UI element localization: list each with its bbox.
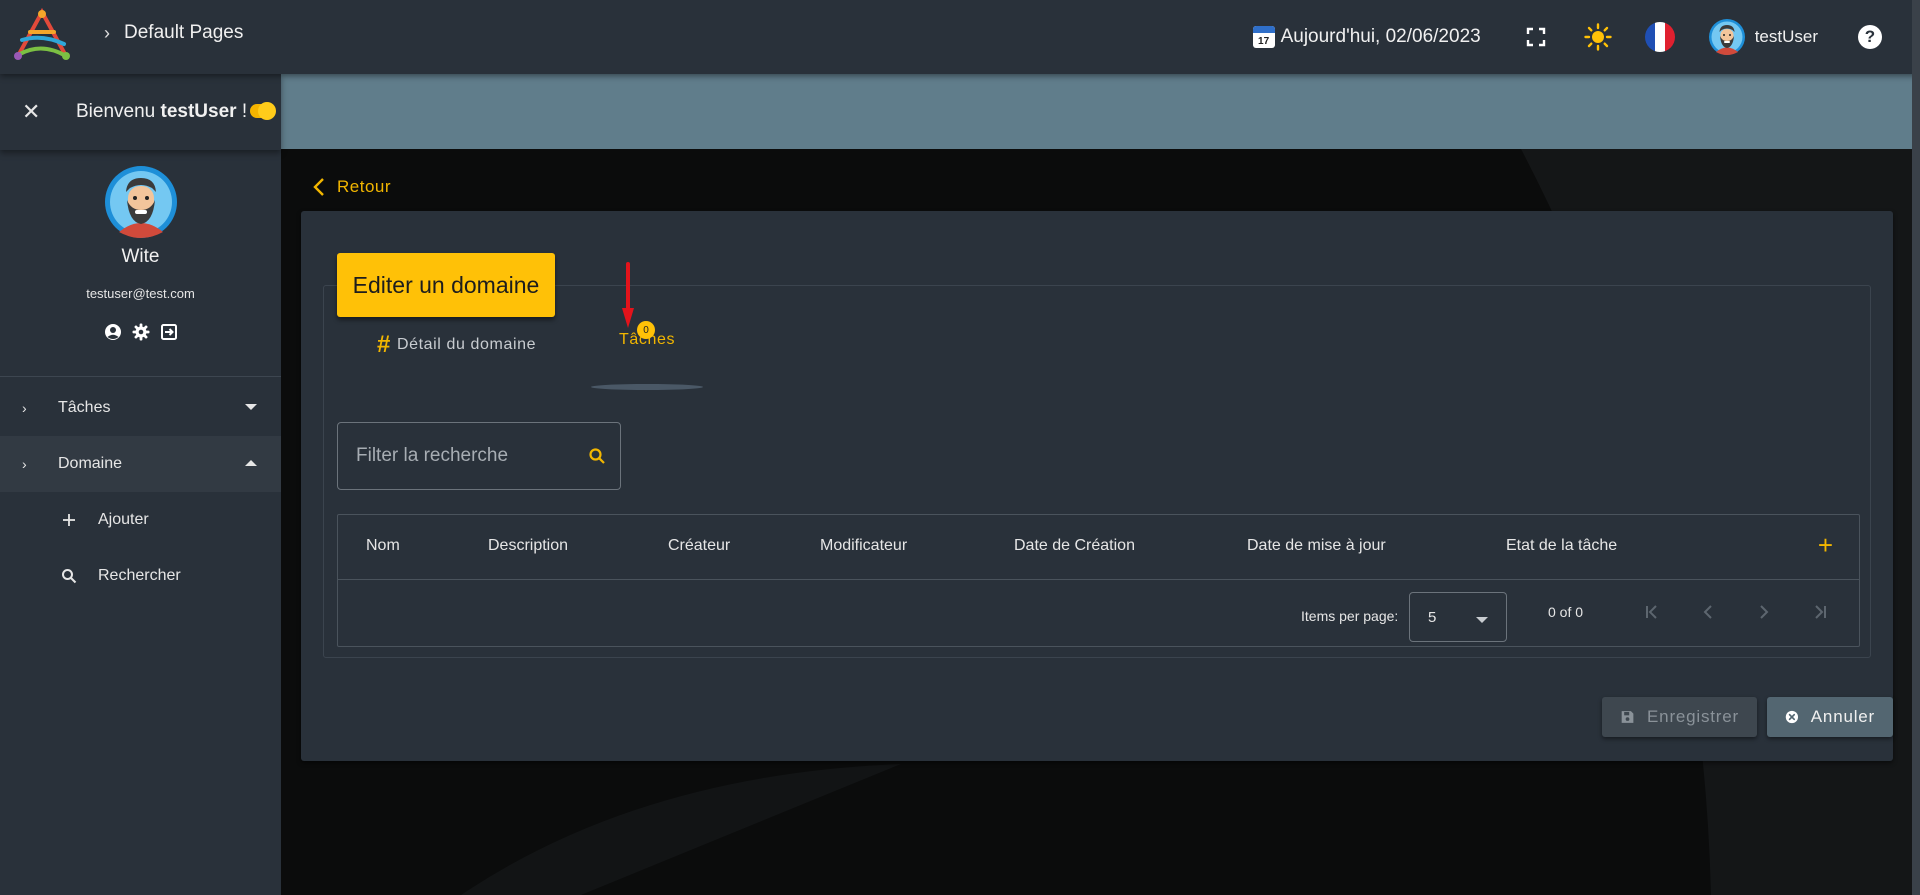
paginator: Items per page: 5 0 of 0 [338,580,1859,647]
sidebar-divider [0,376,281,377]
tab-badge: 0 [637,321,655,339]
sidebar: ✕ Bienvenu testUser ! Wite testuser@test… [0,74,281,895]
chevron-right-icon: › [22,456,27,472]
previous-page-button[interactable] [1694,598,1722,626]
save-label: Enregistrer [1647,707,1739,726]
welcome-suffix: ! [236,101,248,122]
column-header-modificateur[interactable]: Modificateur [820,537,907,555]
tab-label: Détail du domaine [396,336,537,353]
sidebar-item-label: Tâches [58,399,111,416]
items-per-page-label: Items per page: [1301,608,1399,624]
avatar [104,166,177,238]
welcome-message: Bienvenu testUser ! [76,101,247,123]
caret-down-icon [245,404,257,410]
sidebar-item-label: Domaine [58,455,123,472]
sidebar-header: ✕ Bienvenu testUser ! [0,74,281,150]
save-icon [1621,711,1634,723]
close-sidebar-icon[interactable]: ✕ [22,99,42,125]
french-flag-icon [1644,22,1675,52]
sidebar-menu: › Tâches › Domaine Ajouter Rechercher [0,380,281,604]
last-page-button[interactable] [1806,598,1834,626]
add-task-button[interactable]: + [1818,532,1833,558]
calendar-icon: 17 [1252,26,1275,48]
cancel-circle-icon [1785,710,1799,724]
current-date: 17 Aujourd'hui, 02/06/2023 [1252,26,1481,48]
chevron-right-icon [1760,605,1769,619]
sun-icon [1584,23,1612,51]
user-menu[interactable]: testUser [1708,19,1818,55]
page-banner [281,74,1912,149]
profile-email: testuser@test.com [86,286,195,301]
back-link[interactable]: Retour [313,177,391,197]
welcome-prefix: Bienvenu [76,101,161,122]
gear-icon[interactable] [132,323,150,341]
calendar-day: 17 [1258,36,1270,47]
sidebar-subitem-label: Ajouter [98,511,149,528]
page-range-label: 0 of 0 [1548,604,1584,620]
avatar-icon [1708,19,1745,55]
save-button[interactable]: Enregistrer [1602,697,1757,737]
items-per-page-value: 5 [1428,609,1437,626]
sidebar-toggle-switch[interactable] [250,102,276,120]
logout-icon[interactable] [160,323,178,341]
theme-toggle-button[interactable] [1581,20,1615,54]
chevron-left-icon [1703,605,1712,619]
fullscreen-icon [1526,27,1545,47]
plus-icon [60,513,78,527]
breadcrumb: › Default Pages [104,22,243,44]
sidebar-item-domaine[interactable]: › Domaine [0,436,281,492]
sidebar-subitem-rechercher[interactable]: Rechercher [0,548,281,604]
column-header-description[interactable]: Description [488,537,568,555]
column-header-createur[interactable]: Créateur [668,537,730,555]
card-title: Editer un domaine [337,253,555,317]
chevron-right-icon: › [22,400,27,416]
caret-up-icon [245,460,257,466]
sidebar-item-taches[interactable]: › Tâches [0,380,281,436]
tab-detail-domaine[interactable]: # Détail du domaine [377,331,536,359]
items-per-page-select[interactable]: 5 [1409,592,1507,642]
next-page-button[interactable] [1750,598,1778,626]
table-header: Nom Description Créateur Modificateur Da… [338,515,1859,580]
app-logo-icon[interactable] [8,6,76,66]
main-content: Retour Editer un domaine # Détail du dom… [281,74,1912,895]
sidebar-subitem-label: Rechercher [98,567,181,584]
date-text: Aujourd'hui, 02/06/2023 [1280,26,1481,47]
hash-icon: # [377,331,391,358]
window-scrollbar[interactable] [1912,0,1920,895]
column-header-date-maj[interactable]: Date de mise à jour [1247,537,1386,555]
search-icon[interactable] [588,447,606,465]
breadcrumb-current[interactable]: Default Pages [124,22,243,44]
edit-domain-card: Editer un domaine # Détail du domaine Tâ… [301,211,1893,761]
annotation-arrow-icon [622,262,634,328]
search-field[interactable] [337,422,621,490]
language-button[interactable] [1643,20,1677,54]
last-page-icon [1815,605,1826,619]
top-bar: › Default Pages 17 Aujourd'hui, 02/06/20… [0,0,1920,74]
column-header-date-creation[interactable]: Date de Création [1014,537,1135,555]
search-icon [60,568,78,584]
back-label: Retour [337,177,392,196]
account-circle-icon[interactable] [104,323,122,341]
first-page-icon [1646,605,1657,619]
column-header-nom[interactable]: Nom [366,537,400,555]
caret-down-icon [1476,617,1488,623]
profile-name: Wite [121,246,160,267]
username: testUser [1754,27,1818,46]
active-tab-indicator [591,384,703,390]
cancel-button[interactable]: Annuler [1767,697,1893,737]
chevron-right-icon: › [104,22,110,43]
search-input[interactable] [356,445,576,467]
tasks-table: Nom Description Créateur Modificateur Da… [337,514,1860,647]
chevron-left-icon [313,178,324,196]
sidebar-subitem-ajouter[interactable]: Ajouter [0,492,281,548]
cancel-label: Annuler [1810,707,1875,726]
top-bar-actions: 17 Aujourd'hui, 02/06/2023 testUser ? [1252,0,1920,74]
help-button[interactable]: ? [1858,25,1882,49]
fullscreen-button[interactable] [1519,20,1553,54]
first-page-button[interactable] [1638,598,1666,626]
profile-actions [0,323,281,341]
welcome-user: testUser [160,101,237,122]
column-header-etat[interactable]: Etat de la tâche [1506,537,1617,555]
